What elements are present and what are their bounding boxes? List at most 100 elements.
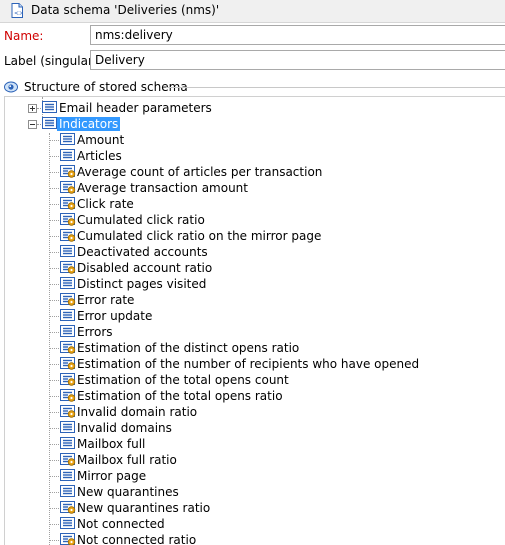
tree-item-label: Mailbox full ratio <box>77 453 177 467</box>
tree-connector <box>50 412 59 413</box>
tree-connector <box>50 492 59 493</box>
computed-field-icon <box>60 164 76 181</box>
field-icon <box>60 132 76 149</box>
tree-item-label: Articles <box>77 149 122 163</box>
computed-field-icon <box>60 292 76 309</box>
computed-field-icon <box>60 404 76 421</box>
tree-item-label: Error rate <box>77 293 135 307</box>
tree-connector <box>50 460 59 461</box>
tree-connector <box>50 156 59 157</box>
tree-item-label: Amount <box>77 133 125 147</box>
tree-item-label: Click rate <box>77 197 134 211</box>
field-icon <box>60 324 76 341</box>
computed-field-icon <box>60 532 76 545</box>
tree-connector <box>50 268 59 269</box>
name-field[interactable]: nms:delivery <box>90 25 505 45</box>
window-titlebar: <> Data schema 'Deliveries (nms)' <box>0 0 505 23</box>
computed-field-icon <box>60 228 76 245</box>
tree-group-label: Email header parameters <box>59 101 212 115</box>
computed-field-icon <box>60 356 76 373</box>
field-icon <box>60 436 76 453</box>
section-divider <box>166 87 505 88</box>
tree-item-label: Estimation of the total opens count <box>77 373 289 387</box>
tree-item-label: Distinct pages visited <box>77 277 207 291</box>
tree-item-label: Estimation of the distinct opens ratio <box>77 341 300 355</box>
folder-element-icon <box>42 116 58 133</box>
tree-item-label: Disabled account ratio <box>77 261 213 275</box>
computed-field-icon <box>60 180 76 197</box>
tree-connector <box>50 300 59 301</box>
tree-connector <box>50 380 59 381</box>
svg-text:<>: <> <box>14 10 23 17</box>
structure-section-title: Structure of stored schema <box>24 80 188 94</box>
name-row: Name: nms:delivery <box>0 24 505 48</box>
name-label: Name: <box>4 29 44 43</box>
computed-field-icon <box>60 500 76 517</box>
field-icon <box>60 244 76 261</box>
tree-connector <box>50 364 59 365</box>
tree-connector <box>50 316 59 317</box>
field-icon <box>60 484 76 501</box>
structure-section-header: Structure of stored schema <box>0 78 505 96</box>
label-row: Label (singular): Delivery <box>0 49 505 73</box>
tree-group-label-selected: Indicators <box>57 117 121 131</box>
tree-connector <box>50 396 59 397</box>
tree-item-label: New quarantines <box>77 485 179 499</box>
tree-connector <box>37 108 41 109</box>
tree-connector <box>50 428 59 429</box>
tree-item-label: Invalid domain ratio <box>77 405 198 419</box>
tree-connector <box>50 172 59 173</box>
field-icon <box>60 308 76 325</box>
computed-field-icon <box>60 196 76 213</box>
field-icon <box>60 148 76 165</box>
field-icon <box>60 420 76 437</box>
tree-connector <box>50 220 59 221</box>
tree-item-label: Average count of articles per transactio… <box>77 165 323 179</box>
indicators-collapser[interactable] <box>28 120 37 129</box>
tree-item-label: Deactivated accounts <box>77 245 208 259</box>
computed-field-icon <box>60 340 76 357</box>
tree-connector <box>50 204 59 205</box>
tree-item-label: Invalid domains <box>77 421 172 435</box>
tree-item-label: Not connected ratio <box>77 533 197 545</box>
tree-item-label: Error update <box>77 309 153 323</box>
tree-item-label: Estimation of the number of recipients w… <box>77 357 420 371</box>
folder-element-icon <box>42 100 58 117</box>
tree-connector <box>50 524 59 525</box>
tree-item-label: Average transaction amount <box>77 181 248 195</box>
tree-item-label: Cumulated click ratio on the mirror page <box>77 229 322 243</box>
schema-tree[interactable]: Email header parameters Indicators Amoun… <box>4 96 505 545</box>
computed-field-icon <box>60 388 76 405</box>
tree-connector <box>50 348 59 349</box>
tree-item-label: Estimation of the total opens ratio <box>77 389 283 403</box>
tree-connector <box>50 284 59 285</box>
window-title: Data schema 'Deliveries (nms)' <box>31 3 220 17</box>
tree-connector <box>50 444 59 445</box>
tree-item-label: Not connected <box>77 517 165 531</box>
email-header-expander[interactable] <box>28 104 37 113</box>
tree-connector <box>50 540 59 541</box>
computed-field-icon <box>60 372 76 389</box>
tree-connector <box>50 188 59 189</box>
tree-connector <box>50 252 59 253</box>
tree-item-label: New quarantines ratio <box>77 501 211 515</box>
computed-field-icon <box>60 260 76 277</box>
field-icon <box>60 276 76 293</box>
tree-connector <box>50 332 59 333</box>
eye-icon <box>4 80 20 97</box>
field-icon <box>60 516 76 533</box>
label-singular-label: Label (singular): <box>4 54 102 68</box>
tree-item-label: Cumulated click ratio <box>77 213 205 227</box>
tree-connector <box>37 124 41 125</box>
tree-connector <box>50 236 59 237</box>
tree-connector <box>50 508 59 509</box>
computed-field-icon <box>60 452 76 469</box>
label-singular-field[interactable]: Delivery <box>90 50 505 70</box>
tree-item-label: Errors <box>77 325 113 339</box>
computed-field-icon <box>60 212 76 229</box>
tree-connector <box>50 140 59 141</box>
tree-item-label: Mirror page <box>77 469 147 483</box>
schema-document-icon: <> <box>11 3 24 21</box>
tree-connector <box>50 476 59 477</box>
tree-guide-indicators <box>49 133 50 545</box>
